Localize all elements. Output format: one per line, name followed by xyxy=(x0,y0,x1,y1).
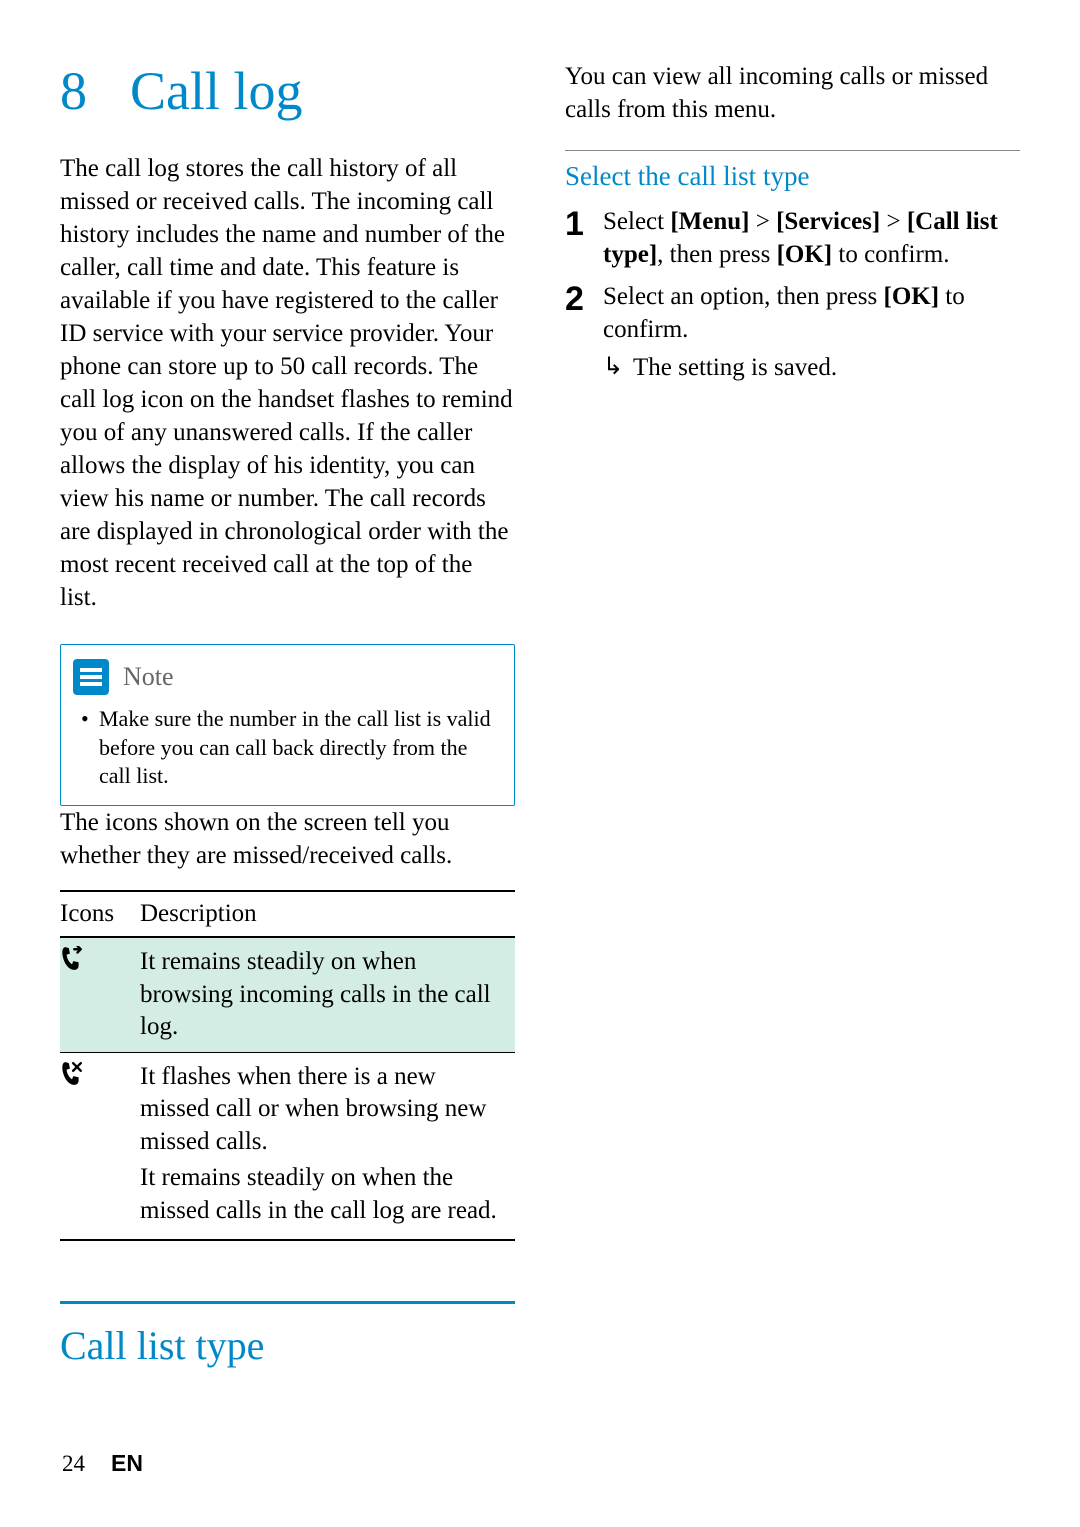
td-description-p1: It flashes when there is a new missed ca… xyxy=(140,1061,509,1159)
steps-list: Select [Menu] > [Services] > [Call list … xyxy=(565,206,1020,385)
section-heading: Call list type xyxy=(60,1301,515,1369)
page-number: 24 xyxy=(62,1451,85,1476)
chapter-number: 8 xyxy=(60,60,130,122)
icons-table: Icons Description It remains steadily on… xyxy=(60,890,515,1242)
note-icon xyxy=(73,659,109,695)
language-code: EN xyxy=(111,1450,143,1476)
intro-paragraph: The call log stores the call history of … xyxy=(60,152,515,614)
th-description: Description xyxy=(140,891,515,938)
th-icons: Icons xyxy=(60,891,140,938)
page-footer: 24 EN xyxy=(62,1450,143,1477)
note-item: Make sure the number in the call list is… xyxy=(79,705,496,791)
step-item: Select [Menu] > [Services] > [Call list … xyxy=(565,206,1020,271)
step-item: Select an option, then press [OK] to con… xyxy=(565,281,1020,385)
table-row: It remains steadily on when browsing inc… xyxy=(60,937,515,1052)
chapter-heading: 8Call log xyxy=(60,60,515,122)
note-box: Note Make sure the number in the call li… xyxy=(60,644,515,806)
table-row: It flashes when there is a new missed ca… xyxy=(60,1052,515,1240)
subsection-heading: Select the call list type xyxy=(565,150,1020,192)
td-description-p2: It remains steadily on when the missed c… xyxy=(140,1162,509,1227)
td-description: It remains steadily on when browsing inc… xyxy=(140,937,515,1052)
missed-call-icon xyxy=(60,1066,82,1093)
note-label: Note xyxy=(123,662,174,692)
icons-intro: The icons shown on the screen tell you w… xyxy=(60,806,515,872)
result-text: The setting is saved. xyxy=(603,352,1020,385)
section-intro: You can view all incoming calls or misse… xyxy=(565,60,1020,126)
chapter-title: Call log xyxy=(130,61,303,121)
incoming-call-icon xyxy=(60,951,82,978)
